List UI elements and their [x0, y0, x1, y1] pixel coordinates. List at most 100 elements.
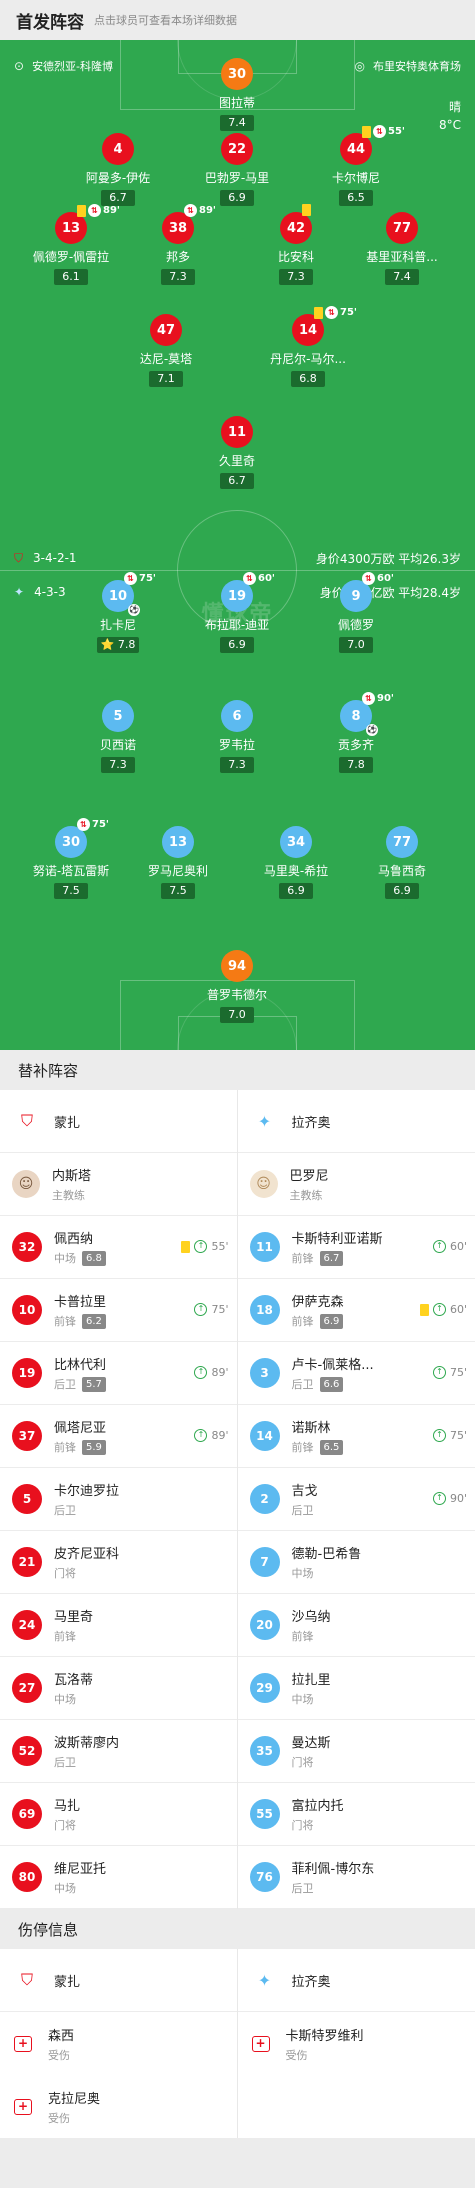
away-sub-row-55[interactable]: 55 富拉内托 门将	[237, 1783, 475, 1846]
player-name: 罗马尼奥利	[147, 864, 208, 878]
home-player-14[interactable]: 14 ⇅ 75' 丹尼尔-马尔... 6.8	[243, 306, 373, 387]
away-player-5[interactable]: 5 贝西诺 7.3	[53, 700, 183, 773]
away-player-9[interactable]: 9 ⇅ 60' 佩德罗 7.0	[291, 572, 421, 653]
jersey-number: 47	[150, 314, 182, 346]
away-sub-row-76[interactable]: 76 菲利佩-博尔东 后卫	[237, 1846, 475, 1909]
player-position: 门将	[54, 1819, 76, 1832]
sub-out-icon: ⇅	[77, 818, 90, 831]
footer-spacer	[0, 2138, 475, 2188]
rating-value: 7.0	[228, 1008, 246, 1021]
home-player-77[interactable]: 77 基里亚科普... 7.4	[337, 212, 467, 285]
away-sub-row-18[interactable]: 18 伊萨克森 前锋 6.9 ↑ 60'	[237, 1279, 475, 1342]
home-player-44[interactable]: 44 ⇅ 55' 卡尔博尼 6.5	[291, 125, 421, 206]
player-position: 中场	[54, 1882, 76, 1895]
home-injury-column: ⛉ 蒙扎 + 森西 受伤 + 克拉尼奥 受伤	[0, 1949, 238, 2138]
away-player-8[interactable]: 8 ⇅ 90' ⚽ 贡多齐 7.8	[291, 692, 421, 773]
player-rating: 6.9	[319, 1313, 344, 1329]
sub-events: ↑ 75'	[432, 1366, 467, 1379]
weather-info: 晴 8°C	[439, 98, 461, 134]
player-name: 罗韦拉	[218, 738, 255, 752]
sub-minute: 55'	[388, 126, 405, 137]
yellow-card-icon	[419, 1303, 429, 1316]
away-injury-row[interactable]: + 卡斯特罗维利 受伤	[238, 2012, 475, 2075]
player-position: 中场	[54, 1252, 76, 1265]
sub-out-icon: ⇅	[88, 204, 101, 217]
away-team-name: 拉齐奥	[291, 1115, 331, 1131]
home-sub-row-19[interactable]: 19 比林代利 后卫 5.7 ↑ 89'	[0, 1342, 237, 1405]
home-sub-row-37[interactable]: 37 佩塔尼亚 前锋 5.9 ↑ 89'	[0, 1405, 237, 1468]
home-sub-row-80[interactable]: 80 维尼亚托 中场	[0, 1846, 237, 1909]
injury-grid: ⛉ 蒙扎 + 森西 受伤 + 克拉尼奥 受伤 ✦ 拉齐奥 + 卡斯特罗维利 受伤	[0, 1949, 475, 2138]
away-sub-row-2[interactable]: 2 吉戈 后卫 ↑ 90'	[237, 1468, 475, 1531]
away-sub-row-20[interactable]: 20 沙乌纳 前锋	[237, 1594, 475, 1657]
player-name: 图拉蒂	[218, 96, 255, 110]
away-sub-row-29[interactable]: 29 拉扎里 中场	[237, 1657, 475, 1720]
whistle-icon: ⊙	[14, 59, 25, 73]
sub-info: 德勒-巴希鲁 中场	[292, 1543, 464, 1581]
away-player-6[interactable]: 6 罗韦拉 7.3	[172, 700, 302, 773]
player-rating: 7.0	[220, 1007, 254, 1023]
away-player-13[interactable]: 13 罗马尼奥利 7.5	[113, 826, 243, 899]
player-events: ⇅ 75'	[77, 818, 109, 831]
home-sub-row-27[interactable]: 27 瓦洛蒂 中场	[0, 1657, 237, 1720]
home-injury-row[interactable]: + 森西 受伤	[0, 2012, 237, 2075]
home-player-11[interactable]: 11 久里奇 6.7	[172, 416, 302, 489]
sub-in-icon: ↑	[432, 1366, 446, 1379]
player-rating: ⭐ 7.8	[96, 637, 140, 653]
home-player-4[interactable]: 4 阿曼多-伊佐 6.7	[53, 133, 183, 206]
home-player-47[interactable]: 47 达尼-莫塔 7.1	[101, 314, 231, 387]
home-player-38[interactable]: 38 ⇅ 89' 邦多 7.3	[113, 204, 243, 285]
away-player-19[interactable]: 19 ⇅ 60' 布拉耶-迪亚 6.9	[172, 572, 302, 653]
away-coach-row[interactable]: ☺ 巴罗尼 主教练	[237, 1153, 475, 1216]
home-sub-row-21[interactable]: 21 皮齐尼亚科 门将	[0, 1531, 237, 1594]
player-position-line: 中场	[54, 1880, 225, 1896]
sub-info: 皮齐尼亚科 门将	[54, 1543, 225, 1581]
away-player-77[interactable]: 77 马鲁西奇 6.9	[337, 826, 467, 899]
home-player-22[interactable]: 22 巴勃罗-马里 6.9	[172, 133, 302, 206]
jersey-number: 11	[249, 1232, 280, 1262]
home-team-row[interactable]: ⛉ 蒙扎	[0, 1090, 237, 1153]
home-player-30[interactable]: 30 图拉蒂 7.4	[172, 58, 302, 131]
home-sub-row-5[interactable]: 5 卡尔迪罗拉 后卫	[0, 1468, 237, 1531]
player-events: ⇅ 75'	[124, 572, 156, 585]
sub-minute: 55'	[211, 1240, 229, 1253]
injury-info: 克拉尼奥 受伤	[48, 2088, 100, 2126]
rating-value: 7.1	[157, 372, 175, 385]
player-position: 中场	[54, 1693, 76, 1706]
home-injury-row[interactable]: + 克拉尼奥 受伤	[0, 2075, 237, 2138]
away-sub-row-3[interactable]: 3 卢卡-佩莱格... 后卫 6.6 ↑ 75'	[237, 1342, 475, 1405]
player-name: 马里奇	[54, 1610, 94, 1625]
away-sub-row-7[interactable]: 7 德勒-巴希鲁 中场	[237, 1531, 475, 1594]
home-sub-row-69[interactable]: 69 马扎 门将	[0, 1783, 237, 1846]
coach-name: 巴罗尼	[289, 1169, 329, 1184]
home-sub-row-52[interactable]: 52 波斯蒂廖内 后卫	[0, 1720, 237, 1783]
rating-value: 7.3	[228, 758, 246, 771]
player-name: 曼达斯	[291, 1736, 331, 1751]
player-rating: 7.0	[339, 637, 373, 653]
rating-value: 6.9	[228, 638, 246, 651]
sub-minute: 75'	[449, 1366, 467, 1379]
player-position-line: 中场	[54, 1691, 225, 1707]
player-position: 后卫	[291, 1504, 314, 1517]
away-sub-row-14[interactable]: 14 诺斯林 前锋 6.5 ↑ 75'	[237, 1405, 475, 1468]
player-position: 前锋	[54, 1630, 76, 1643]
home-sub-row-10[interactable]: 10 卡普拉里 前锋 6.2 ↑ 75'	[0, 1279, 237, 1342]
away-subs-column: ✦ 拉齐奥 ☺ 巴罗尼 主教练 11 卡斯特利亚诺斯 前锋 6.7 ↑ 60' 18 伊萨克森前…	[237, 1090, 475, 1909]
away-sub-row-35[interactable]: 35 曼达斯 门将	[237, 1720, 475, 1783]
away-player-10[interactable]: 10 ⇅ 75' ⚽ 扎卡尼 ⭐ 7.8	[53, 572, 183, 653]
jersey-number: 9 ⇅ 60'	[340, 572, 394, 612]
home-team-row: ⛉ 蒙扎	[0, 1949, 237, 2012]
home-sub-row-32[interactable]: 32 佩西纳 中场 6.8 ↑ 55'	[0, 1216, 237, 1279]
home-coach-row[interactable]: ☺ 内斯塔 主教练	[0, 1153, 237, 1216]
player-position: 中场	[291, 1567, 314, 1580]
away-sub-row-11[interactable]: 11 卡斯特利亚诺斯 前锋 6.7 ↑ 60'	[237, 1216, 475, 1279]
rating-value: 6.9	[228, 191, 246, 204]
rating-value: 7.8	[117, 638, 136, 651]
goal-ball-icon: ⚽	[366, 724, 378, 736]
away-player-94[interactable]: 94 普罗韦德尔 7.0	[172, 950, 302, 1023]
away-team-row[interactable]: ✦ 拉齐奥	[237, 1090, 475, 1153]
jersey-number: 7	[249, 1547, 280, 1577]
sub-info: 卡尔迪罗拉 后卫	[54, 1480, 225, 1518]
home-sub-row-24[interactable]: 24 马里奇 前锋	[0, 1594, 237, 1657]
home-coach-name: 安德烈亚-科隆博	[32, 60, 114, 73]
